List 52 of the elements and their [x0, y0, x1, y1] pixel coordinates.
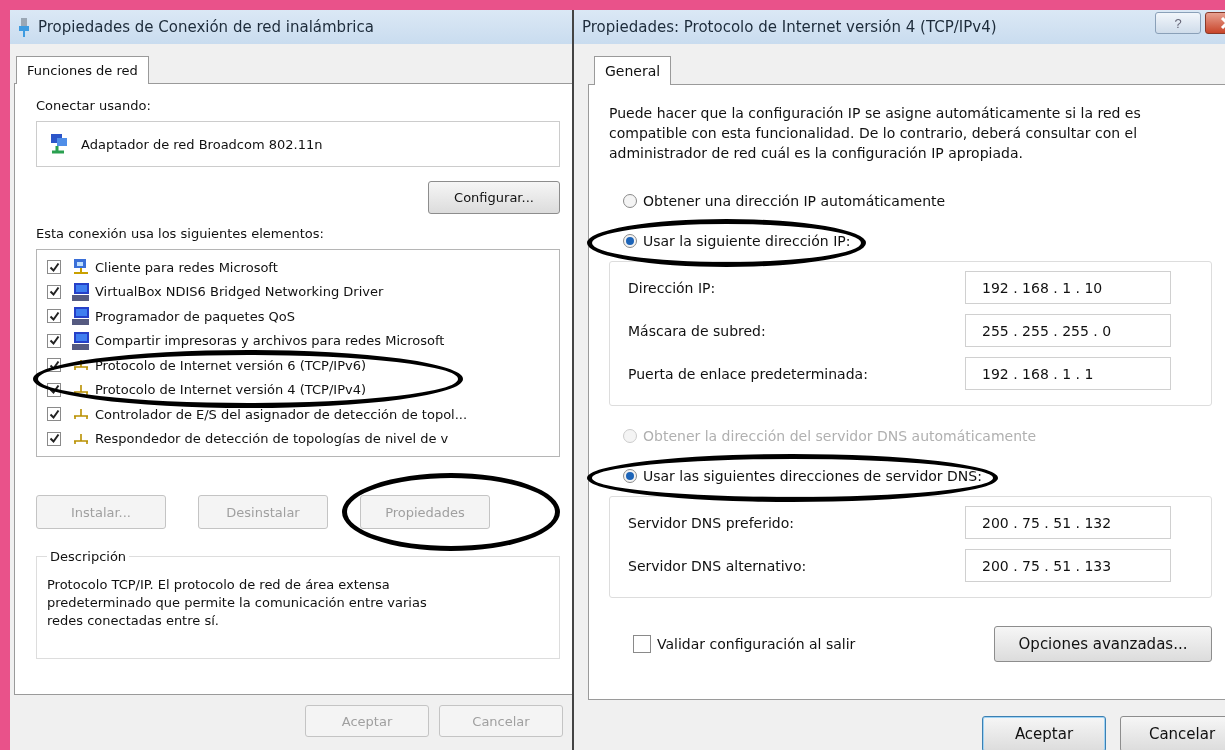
- description-text: Protocolo TCP/IP. El protocolo de red de área extensa predeterminado que permite la comunicación entre varias redes conectadas entre sí.: [47, 576, 428, 630]
- computer-icon: [71, 330, 91, 351]
- ip-address-field[interactable]: 200 . 75 . 51 . 133: [965, 549, 1171, 582]
- option-label[interactable]: Usar las siguientes direcciones de servidor DNS:: [643, 468, 982, 484]
- checkbox[interactable]: [47, 260, 61, 275]
- adapter-field: Adaptador de red Broadcom 802.11n: [36, 121, 560, 167]
- component-name[interactable]: Cliente para redes Microsoft: [95, 259, 278, 275]
- checkbox[interactable]: [47, 309, 61, 324]
- group-label: Descripción: [49, 549, 128, 564]
- section-label: Conectar usando:: [36, 98, 152, 113]
- radio-button[interactable]: [623, 234, 637, 248]
- window-title: Propiedades de Conexión de red inalámbrica: [38, 18, 374, 36]
- ip-address-field[interactable]: 255 . 255 . 255 . 0: [965, 314, 1171, 347]
- checkbox-label[interactable]: Validar configuración al salir: [657, 636, 856, 652]
- component-name[interactable]: Protocolo de Internet versión 4 (TCP/IPv4): [95, 382, 366, 398]
- checkbox[interactable]: [633, 635, 651, 653]
- option-label[interactable]: Usar la siguiente dirección IP:: [643, 233, 851, 249]
- component-name[interactable]: VirtualBox NDIS6 Bridged Networking Driver: [95, 284, 384, 300]
- cancel-button[interactable]: Cancelar: [1120, 716, 1225, 750]
- checkbox[interactable]: [47, 284, 61, 299]
- computer-icon: [71, 281, 91, 302]
- option-label[interactable]: Obtener una dirección IP automáticamente: [643, 193, 946, 209]
- component-name[interactable]: Programador de paquetes QoS: [95, 308, 296, 324]
- tab[interactable]: Funciones de red: [16, 56, 149, 84]
- network-adapter-icon: [49, 133, 69, 155]
- radio-button[interactable]: [623, 194, 637, 208]
- component-name[interactable]: Controlador de E/S del asignador de detección de topol...: [95, 406, 468, 422]
- component-name[interactable]: Compartir impresoras y archivos para redes Microsoft: [95, 333, 445, 349]
- window-title: Propiedades: Protocolo de Internet versión 4 (TCP/IPv4): [582, 18, 997, 36]
- radio-button[interactable]: [623, 469, 637, 483]
- field-label: Dirección IP:: [628, 279, 716, 296]
- field-label: Servidor DNS preferido:: [628, 514, 794, 531]
- checkbox[interactable]: [47, 431, 61, 446]
- component-name[interactable]: Protocolo de Internet versión 6 (TCP/IPv6): [95, 357, 366, 373]
- checkbox[interactable]: [47, 407, 61, 422]
- field-label: Servidor DNS alternativo:: [628, 557, 807, 574]
- ip-address-field[interactable]: 192 . 168 . 1 . 1: [965, 357, 1171, 390]
- ok-button[interactable]: Aceptar: [982, 716, 1106, 750]
- field-label: Máscara de subred:: [628, 322, 766, 339]
- ip-address-field[interactable]: 200 . 75 . 51 . 132: [965, 506, 1171, 539]
- advanced-options-button[interactable]: Opciones avanzadas...: [994, 626, 1212, 662]
- component-name[interactable]: Respondedor de detección de topologías de nivel de v: [95, 431, 449, 447]
- ip-address-field[interactable]: 192 . 168 . 1 . 10: [965, 271, 1171, 304]
- plug-icon: [18, 17, 30, 37]
- tab[interactable]: General: [594, 56, 672, 85]
- computer-icon: [71, 306, 91, 327]
- configure-button[interactable]: Configurar...: [428, 181, 560, 214]
- field-label: Puerta de enlace predeterminada:: [628, 365, 868, 382]
- section-label: Esta conexión usa los siguientes elementos:: [36, 226, 325, 241]
- instruction-text: Puede hacer que la configuración IP se asigne automáticamente si la red es compatible con esta funcionalidad. De lo contrario, deberá consultar con el administrador de red cuál es la configuración IP apropiada.: [609, 104, 1142, 163]
- help-button[interactable]: ?: [1155, 12, 1201, 34]
- checkbox[interactable]: [47, 333, 61, 348]
